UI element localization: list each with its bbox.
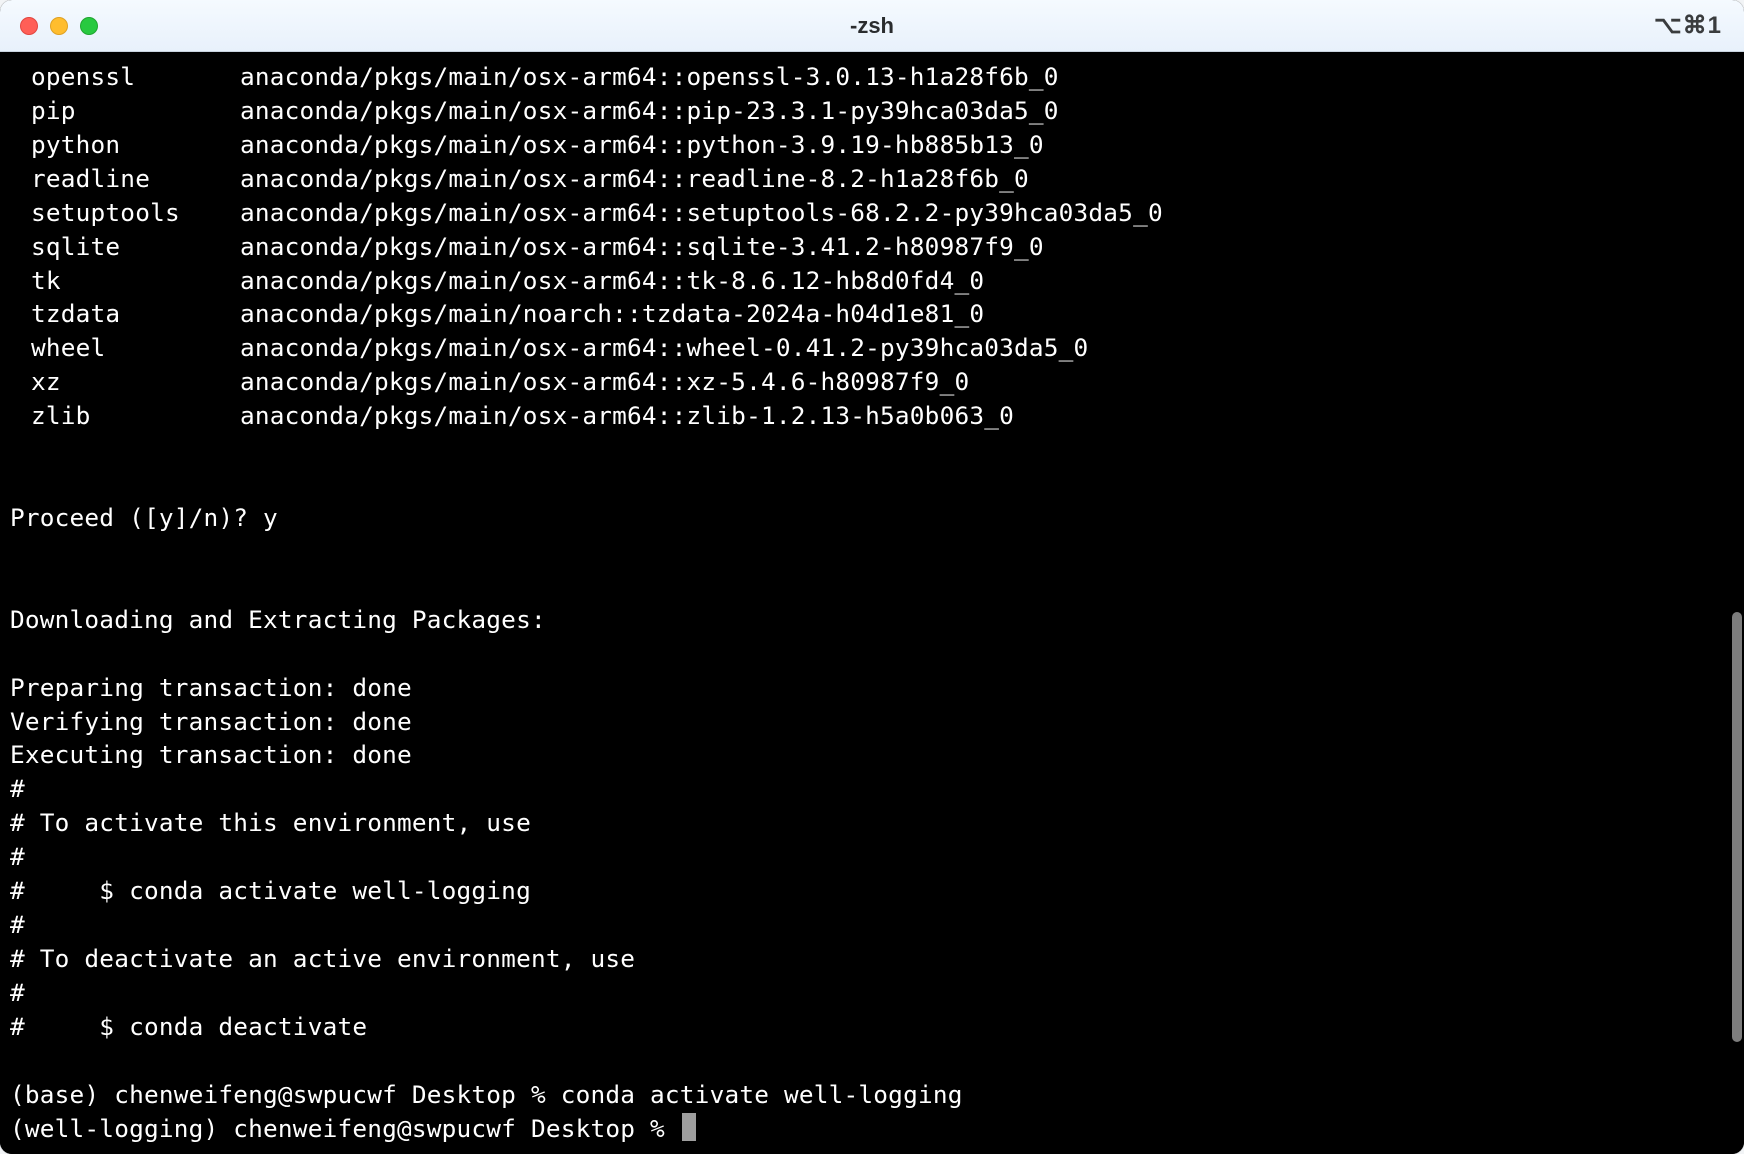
package-name: sqlite — [10, 230, 240, 264]
package-spec: anaconda/pkgs/main/osx-arm64::setuptools… — [240, 196, 1163, 230]
package-name: tk — [10, 264, 240, 298]
package-row: xzanaconda/pkgs/main/osx-arm64::xz-5.4.6… — [10, 365, 1734, 399]
package-row: pipanaconda/pkgs/main/osx-arm64::pip-23.… — [10, 94, 1734, 128]
package-name: pip — [10, 94, 240, 128]
package-name: readline — [10, 162, 240, 196]
package-name: setuptools — [10, 196, 240, 230]
package-row: zlibanaconda/pkgs/main/osx-arm64::zlib-1… — [10, 399, 1734, 433]
package-spec: anaconda/pkgs/main/osx-arm64::zlib-1.2.1… — [240, 399, 1014, 433]
package-name: python — [10, 128, 240, 162]
scrollbar[interactable] — [1732, 612, 1742, 1042]
package-spec: anaconda/pkgs/main/osx-arm64::python-3.9… — [240, 128, 1044, 162]
proceed-prompt: Proceed ([y]/n)? y — [10, 503, 278, 532]
terminal-window: -zsh ⌥⌘1 opensslanaconda/pkgs/main/osx-a… — [0, 0, 1744, 1154]
comment-line: # To deactivate an active environment, u… — [10, 944, 635, 973]
package-spec: anaconda/pkgs/main/osx-arm64::readline-8… — [240, 162, 1029, 196]
minimize-button[interactable] — [50, 17, 68, 35]
package-spec: anaconda/pkgs/main/osx-arm64::xz-5.4.6-h… — [240, 365, 969, 399]
package-spec: anaconda/pkgs/main/osx-arm64::wheel-0.41… — [240, 331, 1088, 365]
package-row: opensslanaconda/pkgs/main/osx-arm64::ope… — [10, 60, 1734, 94]
package-row: sqliteanaconda/pkgs/main/osx-arm64::sqli… — [10, 230, 1734, 264]
package-spec: anaconda/pkgs/main/osx-arm64::openssl-3.… — [240, 60, 1059, 94]
comment-line: # $ conda activate well-logging — [10, 876, 531, 905]
package-spec: anaconda/pkgs/main/osx-arm64::tk-8.6.12-… — [240, 264, 984, 298]
package-spec: anaconda/pkgs/main/osx-arm64::sqlite-3.4… — [240, 230, 1044, 264]
shell-prompt: (base) chenweifeng@swpucwf Desktop % con… — [10, 1080, 963, 1109]
comment-line: # $ conda deactivate — [10, 1012, 367, 1041]
maximize-button[interactable] — [80, 17, 98, 35]
traffic-lights — [20, 17, 98, 35]
package-name: openssl — [10, 60, 240, 94]
status-line: Downloading and Extracting Packages: — [10, 605, 546, 634]
package-row: setuptoolsanaconda/pkgs/main/osx-arm64::… — [10, 196, 1734, 230]
package-row: tzdataanaconda/pkgs/main/noarch::tzdata-… — [10, 297, 1734, 331]
package-name: xz — [10, 365, 240, 399]
comment-line: # — [10, 842, 25, 871]
status-line: Verifying transaction: done — [10, 707, 412, 736]
package-row: tkanaconda/pkgs/main/osx-arm64::tk-8.6.1… — [10, 264, 1734, 298]
package-name: tzdata — [10, 297, 240, 331]
terminal-output[interactable]: opensslanaconda/pkgs/main/osx-arm64::ope… — [0, 52, 1744, 1154]
status-line: Preparing transaction: done — [10, 673, 412, 702]
package-row: pythonanaconda/pkgs/main/osx-arm64::pyth… — [10, 128, 1734, 162]
package-name: zlib — [10, 399, 240, 433]
shell-prompt[interactable]: (well-logging) chenweifeng@swpucwf Deskt… — [10, 1114, 680, 1143]
package-name: wheel — [10, 331, 240, 365]
window-title: -zsh — [0, 13, 1744, 39]
comment-line: # — [10, 910, 25, 939]
comment-line: # — [10, 774, 25, 803]
package-row: wheelanaconda/pkgs/main/osx-arm64::wheel… — [10, 331, 1734, 365]
window-shortcut: ⌥⌘1 — [1654, 11, 1722, 40]
close-button[interactable] — [20, 17, 38, 35]
package-spec: anaconda/pkgs/main/noarch::tzdata-2024a-… — [240, 297, 984, 331]
package-row: readlineanaconda/pkgs/main/osx-arm64::re… — [10, 162, 1734, 196]
comment-line: # — [10, 978, 25, 1007]
comment-line: # To activate this environment, use — [10, 808, 531, 837]
titlebar: -zsh ⌥⌘1 — [0, 0, 1744, 52]
status-line: Executing transaction: done — [10, 740, 412, 769]
package-spec: anaconda/pkgs/main/osx-arm64::pip-23.3.1… — [240, 94, 1059, 128]
cursor-icon — [682, 1113, 696, 1141]
